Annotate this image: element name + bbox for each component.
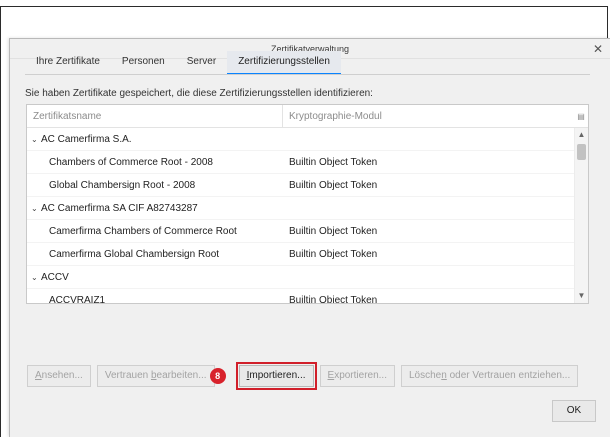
certificate-name-text: Global Chambersign Root - 2008: [49, 179, 196, 191]
cell-certificate-name: ⌄ ACCV: [27, 272, 283, 283]
tab-people[interactable]: Personen: [111, 51, 176, 75]
certificate-name-text: Camerfirma Chambers of Commerce Root: [49, 225, 237, 237]
scroll-up-icon[interactable]: ▲: [575, 128, 588, 142]
tree-rows: ⌄ AC Camerfirma S.A. Chambers of Commerce …: [27, 128, 574, 304]
tab-servers[interactable]: Server: [176, 51, 227, 75]
tree-scrollbar[interactable]: ▲ ▼: [574, 128, 588, 303]
tree-row[interactable]: Chambers of Commerce Root - 2008 Builtin …: [27, 151, 574, 174]
certificate-name-text: AC Camerfirma S.A.: [41, 133, 132, 145]
tree-row[interactable]: Camerfirma Chambers of Commerce Root Buil…: [27, 220, 574, 243]
column-header-module[interactable]: Kryptographie-Modul: [283, 105, 574, 128]
column-picker-icon[interactable]: ▤: [574, 105, 588, 128]
tree-row[interactable]: ACCVRAIZ1 Builtin Object Token: [27, 289, 574, 304]
cell-certificate-name: Camerfirma Global Chambersign Root: [27, 249, 283, 260]
cell-security-module: Builtin Object Token: [289, 179, 378, 191]
import-button[interactable]: Importieren...: [235, 362, 317, 390]
tree-group-row[interactable]: ⌄ AC Camerfirma S.A.: [27, 128, 574, 151]
tab-authorities[interactable]: Zertifizierungsstellen: [227, 51, 341, 75]
ok-button[interactable]: OK: [552, 400, 596, 422]
tree-row[interactable]: Global Chambersign Root - 2008 Builtin Ob…: [27, 174, 574, 197]
tab-bar: Ihre Zertifikate Personen Server Zertifi…: [25, 51, 341, 75]
cell-certificate-name: ⌄ AC Camerfirma SA CIF A82743287: [27, 203, 283, 214]
description-text: Sie haben Zertifikate gespeichert, die d…: [25, 88, 373, 99]
close-icon[interactable]: ✕: [590, 39, 606, 59]
cell-certificate-name: Global Chambersign Root - 2008: [27, 180, 283, 191]
cell-certificate-name: Chambers of Commerce Root - 2008: [27, 157, 283, 168]
cell-security-module: Builtin Object Token: [289, 156, 378, 168]
delete-or-distrust-button[interactable]: Löschen oder Vertrauen entziehen...: [401, 365, 579, 387]
certificate-name-text: ACCV: [41, 271, 69, 283]
tree-group-row[interactable]: ⌄ ACCV: [27, 266, 574, 289]
certificate-tree[interactable]: Zertifikatsname Kryptographie-Modul ▤ ⌄ A…: [26, 104, 589, 304]
step-badge: 8: [209, 368, 226, 384]
cell-security-module: Builtin Object Token: [289, 294, 378, 304]
scroll-thumb[interactable]: [577, 144, 586, 160]
scroll-down-icon[interactable]: ▼: [575, 289, 588, 303]
certificate-name-text: Camerfirma Global Chambersign Root: [49, 248, 220, 260]
certificate-name-text: AC Camerfirma SA CIF A82743287: [41, 202, 198, 214]
certificate-name-text: Chambers of Commerce Root - 2008: [49, 156, 213, 168]
export-button[interactable]: Exportieren...: [319, 365, 395, 387]
cell-certificate-name: ACCVRAIZ1: [27, 294, 283, 304]
edit-trust-button[interactable]: Vertrauen bearbeiten...: [96, 365, 215, 387]
column-header-name[interactable]: Zertifikatsname: [27, 105, 283, 127]
expand-chevron-icon[interactable]: ⌄: [31, 273, 41, 282]
cell-security-module: Builtin Object Token: [289, 248, 378, 260]
tree-row[interactable]: Camerfirma Global Chambersign Root Builti…: [27, 243, 574, 266]
tab-divider: [25, 74, 590, 75]
view-button[interactable]: Ansehen...: [27, 365, 91, 387]
action-buttons: Ansehen... Vertrauen bearbeiten... 8 Imp…: [27, 362, 584, 390]
cell-certificate-name: ⌄ AC Camerfirma S.A.: [27, 134, 283, 145]
expand-chevron-icon[interactable]: ⌄: [31, 135, 41, 144]
tree-group-row[interactable]: ⌄ AC Camerfirma SA CIF A82743287: [27, 197, 574, 220]
expand-chevron-icon[interactable]: ⌄: [31, 204, 41, 213]
certificate-name-text: ACCVRAIZ1: [49, 294, 106, 304]
cell-security-module: Builtin Object Token: [289, 225, 378, 237]
tree-header: Zertifikatsname Kryptographie-Modul ▤: [27, 105, 588, 128]
tab-your-certificates[interactable]: Ihre Zertifikate: [25, 51, 111, 75]
cell-certificate-name: Camerfirma Chambers of Commerce Root: [27, 226, 283, 237]
